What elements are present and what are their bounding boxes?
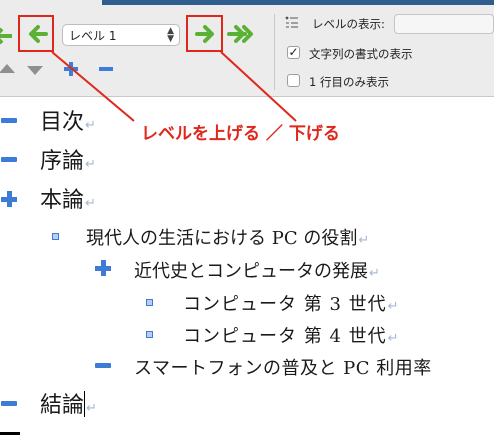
paragraph-mark: ↵ (85, 196, 96, 211)
outline-item-main-body[interactable]: 本論↵ (40, 182, 96, 214)
paragraph-mark: ↵ (387, 299, 400, 314)
text-cursor (84, 391, 86, 417)
outline-item-text: 現代人の生活における PC の役割 (86, 228, 358, 249)
paragraph-mark: ↵ (387, 331, 400, 346)
outline-dot-icon[interactable] (52, 233, 59, 240)
outline-dot-icon[interactable] (146, 299, 153, 306)
outline-item-text: スマートフォンの普及と PC 利用率 (134, 358, 432, 379)
paragraph-mark: ↵ (358, 233, 370, 248)
paragraph-mark: ↵ (86, 401, 97, 416)
outline-item-smartphone[interactable]: スマートフォンの普及と PC 利用率 (134, 354, 432, 380)
outline-item-text: 本論 (40, 188, 85, 213)
outline-item-conclusion[interactable]: 結論 ↵ (40, 387, 97, 419)
outline-minus-icon[interactable] (95, 363, 111, 368)
outline-item-text: 序論 (40, 149, 85, 174)
outline-minus-icon[interactable] (1, 401, 17, 406)
outline-dot-icon[interactable] (146, 331, 153, 338)
outline-item-pc-role[interactable]: 現代人の生活における PC の役割↵ (86, 224, 369, 250)
outline-item-modern-history[interactable]: 近代史とコンピュータの発展↵ (134, 257, 380, 283)
outline-item-fourth-gen[interactable]: コンピュータ 第 4 世代↵ (183, 322, 400, 348)
outline-item-text: 目次 (40, 110, 85, 135)
outline-item-text: コンピュータ 第 4 世代 (183, 326, 387, 347)
outline-item-third-gen[interactable]: コンピュータ 第 3 世代↵ (183, 290, 400, 316)
document-end-marker (0, 432, 20, 435)
outline-item-text: 近代史とコンピュータの発展 (134, 261, 368, 282)
annotation-label: レベルを上げる ／ 下げる (141, 124, 340, 144)
outline-item-text: コンピュータ 第 3 世代 (183, 294, 387, 315)
paragraph-mark: ↵ (85, 118, 96, 133)
outline-plus-icon[interactable] (1, 191, 17, 207)
outline-item-toc[interactable]: 目次↵ (40, 104, 96, 136)
outline-plus-icon[interactable] (95, 260, 111, 276)
outline-item-text: 結論 (40, 393, 85, 418)
outline-item-introduction[interactable]: 序論↵ (40, 143, 96, 175)
outline-minus-icon[interactable] (1, 157, 17, 162)
paragraph-mark: ↵ (85, 157, 96, 172)
paragraph-mark: ↵ (369, 266, 380, 281)
outline-minus-icon[interactable] (1, 118, 17, 123)
